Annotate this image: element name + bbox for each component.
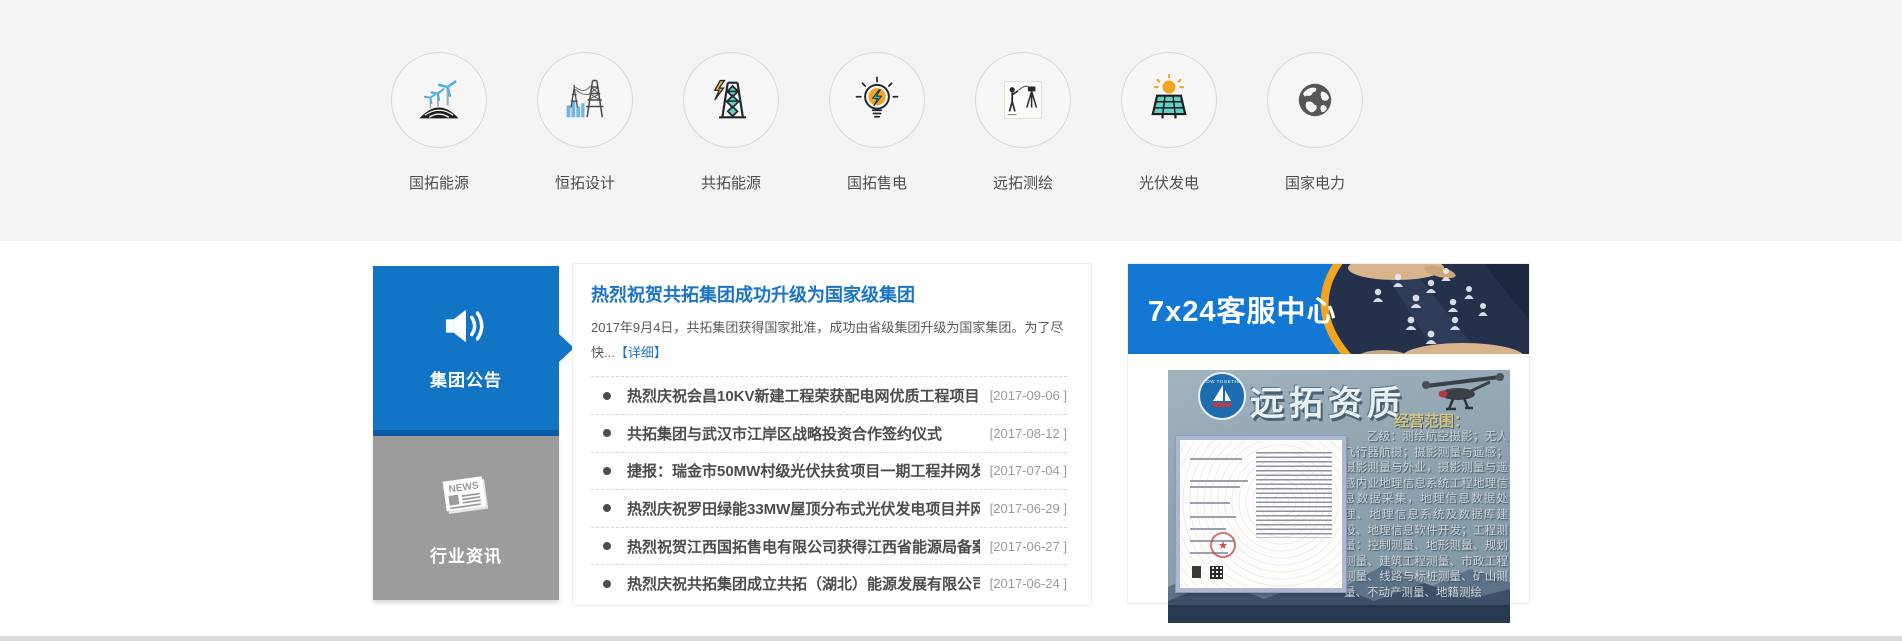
- bullet-icon: [603, 504, 611, 512]
- news-row[interactable]: 热烈祝贺江西国拓售电有限公司获得江西省能源局备案 [2017-06-27 ]: [591, 527, 1067, 565]
- service-item-national-power[interactable]: 国家电力: [1242, 52, 1388, 193]
- wind-energy-icon: [391, 52, 487, 148]
- service-label: 共拓能源: [701, 172, 761, 193]
- news-date: [2017-08-12 ]: [990, 426, 1067, 441]
- top-services-section: 国拓能源 恒拓设计: [0, 0, 1902, 241]
- service-label: 国拓售电: [847, 172, 907, 193]
- qualification-title: 远拓资质: [1250, 376, 1406, 425]
- tab-industry-news[interactable]: NEWS 行业资讯: [373, 436, 559, 600]
- globe-icon: [1267, 52, 1363, 148]
- news-date: [2017-09-06 ]: [990, 388, 1067, 403]
- bullet-icon: [603, 580, 611, 588]
- bullet-icon: [603, 542, 611, 550]
- news-title: 共拓集团与武汉市江岸区战略投资合作签约仪式: [627, 423, 980, 444]
- newspaper-icon: NEWS: [436, 469, 496, 528]
- service-item-pv-power[interactable]: 光伏发电: [1096, 52, 1242, 193]
- news-date: [2017-06-24 ]: [990, 576, 1067, 591]
- headline-excerpt: 2017年9月4日，共拓集团获得国家批准，成功由省级集团升级为国家集团。为了尽快…: [591, 316, 1067, 365]
- news-row[interactable]: 热烈庆祝罗田绿能33MW屋顶分布式光伏发电项目并网成功 [2017-06-29 …: [591, 489, 1067, 527]
- tab-label: 集团公告: [430, 366, 502, 391]
- certificate-image: ★: [1176, 436, 1346, 592]
- service-item-hengtuo-design[interactable]: 恒拓设计: [512, 52, 658, 193]
- bullet-icon: [603, 392, 611, 400]
- solar-panel-icon: [1121, 52, 1217, 148]
- service-item-guotuo-energy[interactable]: 国拓能源: [366, 52, 512, 193]
- news-row[interactable]: 捷报：瑞金市50MW村级光伏扶贫项目一期工程并网发电 [2017-07-04 ]: [591, 452, 1067, 490]
- service-center-banner[interactable]: 7x24客服中心: [1128, 264, 1529, 354]
- service-label: 光伏发电: [1139, 172, 1199, 193]
- news-title: 热烈祝贺江西国拓售电有限公司获得江西省能源局备案: [627, 536, 980, 557]
- bullet-icon: [603, 467, 611, 475]
- news-date: [2017-06-29 ]: [990, 501, 1067, 516]
- news-tabs-column: 集团公告 NEWS 行业资讯: [373, 266, 559, 600]
- news-title: 捷报：瑞金市50MW村级光伏扶贫项目一期工程并网发电: [627, 460, 980, 481]
- right-sidebar-card: 7x24客服中心 GROW TOGETHER 远拓资质: [1127, 263, 1530, 604]
- announcement-news-card: 热烈祝贺共拓集团成功升级为国家级集团 2017年9月4日，共拓集团获得国家批准，…: [572, 263, 1092, 606]
- services-row: 国拓能源 恒拓设计: [366, 52, 1388, 193]
- more-link[interactable]: 【详细】: [615, 345, 667, 360]
- service-item-gongtuo-energy[interactable]: 共拓能源: [658, 52, 804, 193]
- survey-icon: [975, 52, 1071, 148]
- electric-bulb-icon: [829, 52, 925, 148]
- footer-strip: [0, 636, 1902, 641]
- news-date: [2017-07-04 ]: [990, 463, 1067, 478]
- news-title: 热烈庆祝会昌10KV新建工程荣获配电网优质工程项目: [627, 385, 980, 406]
- news-row[interactable]: 共拓集团与武汉市江岸区战略投资合作签约仪式 [2017-08-12 ]: [591, 414, 1067, 452]
- service-center-title: 7x24客服中心: [1148, 288, 1337, 330]
- news-list: 热烈庆祝会昌10KV新建工程荣获配电网优质工程项目 [2017-09-06 ] …: [591, 376, 1067, 602]
- news-title: 热烈庆祝罗田绿能33MW屋顶分布式光伏发电项目并网成功: [627, 498, 980, 519]
- stamp-square: [1192, 566, 1201, 578]
- service-label: 国拓能源: [409, 172, 469, 193]
- transmission-tower-icon: [683, 52, 779, 148]
- service-item-yuantuo-survey[interactable]: 远拓测绘: [950, 52, 1096, 193]
- service-label: 国家电力: [1285, 172, 1345, 193]
- news-title: 热烈庆祝共拓集团成立共拓（湖北）能源发展有限公司: [627, 573, 980, 594]
- headline-title[interactable]: 热烈祝贺共拓集团成功升级为国家级集团: [591, 281, 1067, 307]
- news-row[interactable]: 热烈庆祝会昌10KV新建工程荣获配电网优质工程项目 [2017-09-06 ]: [591, 376, 1067, 414]
- tab-group-announcement[interactable]: 集团公告: [373, 266, 559, 430]
- sailboat-logo: GROW TOGETHER: [1198, 372, 1246, 420]
- news-row[interactable]: 热烈庆祝共拓集团成立共拓（湖北）能源发展有限公司 [2017-06-24 ]: [591, 564, 1067, 602]
- speaker-icon: [442, 305, 490, 352]
- scope-label: 经营范围：: [1394, 410, 1469, 431]
- qr-code: [1210, 566, 1223, 579]
- red-seal: ★: [1210, 532, 1236, 558]
- service-item-guotuo-power-sale[interactable]: 国拓售电: [804, 52, 950, 193]
- scope-text: 乙级：测绘航空摄影；无人飞行器航摄；摄影测量与遥感；摄影测量与外业，摄影测量与遥…: [1344, 430, 1508, 602]
- power-design-icon: [537, 52, 633, 148]
- news-date: [2017-06-27 ]: [990, 539, 1067, 554]
- qualification-image[interactable]: GROW TOGETHER 远拓资质 经营范围： 乙级：测绘航空摄影；无人飞行器…: [1168, 370, 1510, 623]
- service-label: 远拓测绘: [993, 172, 1053, 193]
- tab-label: 行业资讯: [430, 542, 502, 567]
- service-label: 恒拓设计: [555, 172, 615, 193]
- bullet-icon: [603, 429, 611, 437]
